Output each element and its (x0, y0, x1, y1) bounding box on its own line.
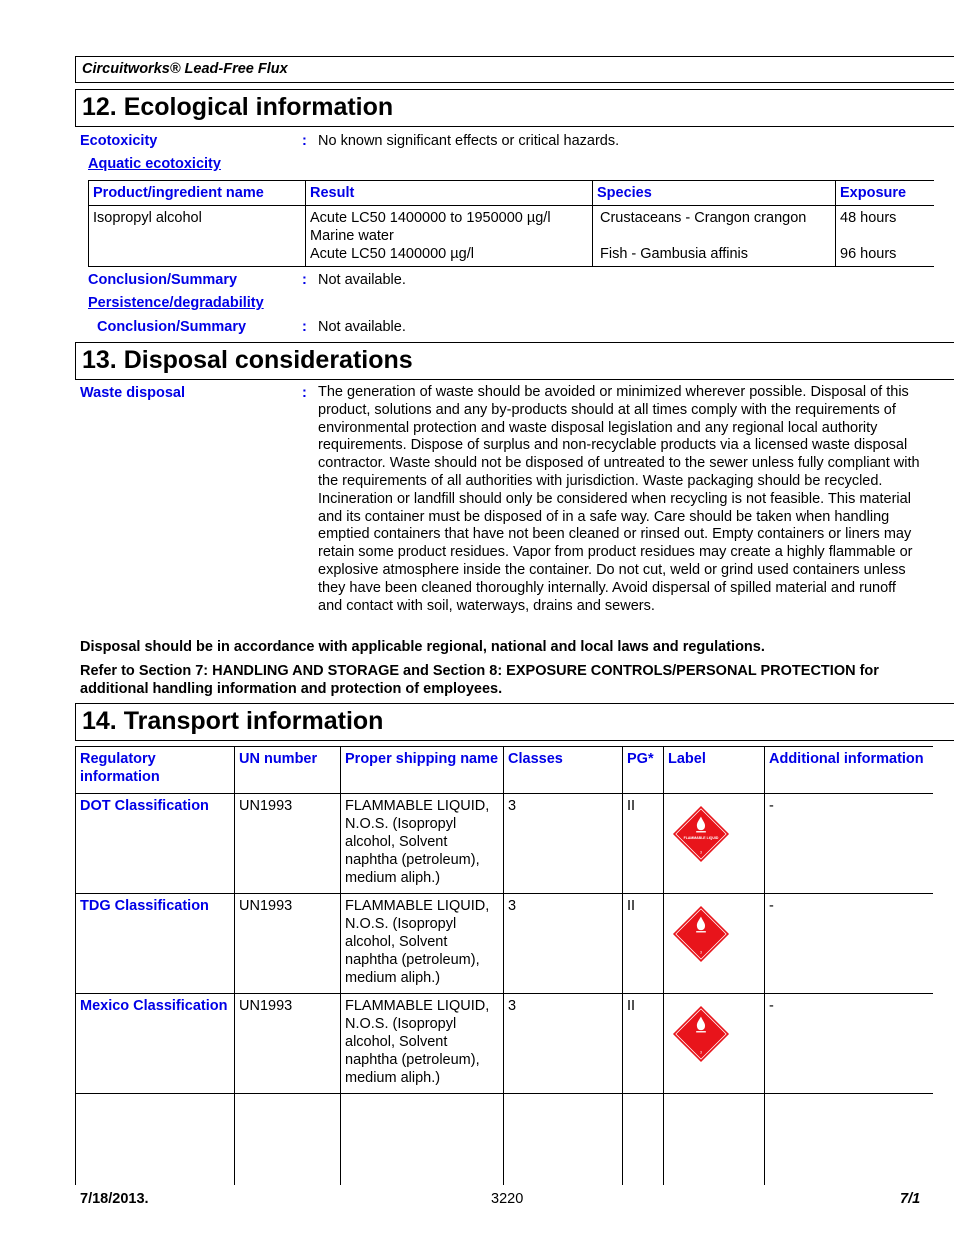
colon-separator: : (302, 272, 307, 288)
shipping-name: FLAMMABLE LIQUID, N.O.S. (Isopropyl alco… (340, 793, 504, 894)
empty-cell (663, 1093, 765, 1185)
exposure-line: 96 hours (840, 246, 897, 262)
table-row: Mexico Classification UN1993 FLAMMABLE L… (75, 993, 933, 1094)
empty-cell (75, 1093, 235, 1185)
persistence-conclusion-label: Conclusion/Summary (97, 319, 247, 335)
persistence-conclusion-value: Not available. (318, 319, 406, 335)
transport-table: Regulatory information UN number Proper … (75, 746, 933, 1185)
table-header-row: Product/ingredient name Result Species E… (88, 180, 934, 206)
packing-group: II (622, 893, 664, 994)
placard-class: 3 (700, 850, 702, 854)
colon-separator: : (302, 133, 307, 149)
packing-group: II (622, 793, 664, 894)
species-line: Fish - Gambusia affinis (600, 246, 749, 262)
footer-page-id: 3220 (491, 1191, 524, 1207)
colon-separator: : (302, 385, 307, 401)
shipping-name: FLAMMABLE LIQUID, N.O.S. (Isopropyl alco… (340, 993, 504, 1094)
column-header: Classes (503, 746, 623, 794)
section-13-title: 13. Disposal considerations (75, 342, 954, 380)
additional-info: - (764, 993, 933, 1094)
un-number: UN1993 (234, 893, 341, 994)
exposure-line (840, 227, 930, 245)
packing-group: II (622, 993, 664, 1094)
column-header: Label (663, 746, 765, 794)
label-cell: FLAMMABLE LIQUID 3 (663, 793, 765, 894)
regulatory-cell: DOT Classification (75, 793, 235, 894)
shipping-name: FLAMMABLE LIQUID, N.O.S. (Isopropyl alco… (340, 893, 504, 994)
column-header: UN number (234, 746, 341, 794)
placard-class: 3 (700, 950, 702, 954)
label-cell: 3 (663, 893, 765, 994)
species-line (600, 227, 831, 245)
label-cell: 3 (663, 993, 765, 1094)
empty-cell (340, 1093, 504, 1185)
column-header: Species (592, 180, 836, 206)
section-14-title: 14. Transport information (75, 703, 954, 741)
table-header-row: Regulatory information UN number Proper … (75, 746, 933, 794)
un-number: UN1993 (234, 793, 341, 894)
empty-cell (764, 1093, 933, 1185)
ingredient-name: Isopropyl alcohol (88, 205, 306, 267)
species-line: Crustaceans - Crangon crangon (600, 210, 807, 226)
colon-separator: : (302, 319, 307, 335)
flammable-liquid-placard-icon: 3 (672, 905, 730, 963)
column-header: Additional information (764, 746, 933, 794)
conclusion-summary-label: Conclusion/Summary (88, 272, 238, 288)
aquatic-ecotoxicity-table: Product/ingredient name Result Species E… (88, 180, 934, 267)
refer-sections-note: Refer to Section 7: HANDLING AND STORAGE… (80, 663, 879, 697)
classes: 3 (503, 793, 623, 894)
ecotoxicity-value: No known significant effects or critical… (318, 133, 620, 149)
column-header: Result (305, 180, 593, 206)
aquatic-ecotoxicity-link[interactable]: Aquatic ecotoxicity (88, 156, 221, 172)
disposal-note: Disposal should be in accordance with ap… (80, 639, 765, 655)
result-cell: Acute LC50 1400000 to 1950000 µg/l Marin… (305, 205, 593, 267)
placard-text: FLAMMABLE LIQUID (684, 836, 719, 840)
empty-cell (503, 1093, 623, 1185)
product-name-header: Circuitworks® Lead-Free Flux (75, 56, 954, 83)
empty-cell (234, 1093, 341, 1185)
classes: 3 (503, 993, 623, 1094)
regulatory-cell: TDG Classification (75, 893, 235, 994)
column-header: Proper shipping name (340, 746, 504, 794)
table-row: DOT Classification UN1993 FLAMMABLE LIQU… (75, 793, 933, 894)
result-line: Acute LC50 1400000 to 1950000 µg/l (310, 210, 551, 226)
exposure-line: 48 hours (840, 210, 897, 226)
persistence-degradability-link[interactable]: Persistence/degradability (88, 295, 264, 311)
waste-disposal-label: Waste disposal (80, 385, 186, 401)
empty-cell (622, 1093, 664, 1185)
column-header: Product/ingredient name (88, 180, 306, 206)
footer-right-date: 7/1 (900, 1191, 921, 1207)
un-number: UN1993 (234, 993, 341, 1094)
table-row-empty (75, 1093, 933, 1185)
placard-class: 3 (700, 1050, 702, 1054)
additional-info: - (764, 793, 933, 894)
flammable-liquid-placard-icon: FLAMMABLE LIQUID 3 (672, 805, 730, 863)
exposure-cell: 48 hours 96 hours (835, 205, 934, 267)
additional-info: - (764, 893, 933, 994)
conclusion-summary-value: Not available. (318, 272, 406, 288)
table-row: Isopropyl alcohol Acute LC50 1400000 to … (88, 205, 934, 267)
ecotoxicity-label: Ecotoxicity (80, 133, 158, 149)
column-header: PG* (622, 746, 664, 794)
result-line: Acute LC50 1400000 µg/l (310, 246, 474, 262)
section-12-title: 12. Ecological information (75, 89, 954, 127)
waste-disposal-text: The generation of waste should be avoide… (318, 384, 920, 614)
result-line: Marine water (310, 228, 394, 244)
classes: 3 (503, 893, 623, 994)
flammable-liquid-placard-icon: 3 (672, 1005, 730, 1063)
column-header: Exposure (835, 180, 934, 206)
table-row: TDG Classification UN1993 FLAMMABLE LIQU… (75, 893, 933, 994)
column-header: Regulatory information (75, 746, 235, 794)
species-cell: Crustaceans - Crangon crangon Fish - Gam… (592, 205, 836, 267)
regulatory-cell: Mexico Classification (75, 993, 235, 1094)
footer-date: 7/18/2013. (80, 1191, 149, 1207)
